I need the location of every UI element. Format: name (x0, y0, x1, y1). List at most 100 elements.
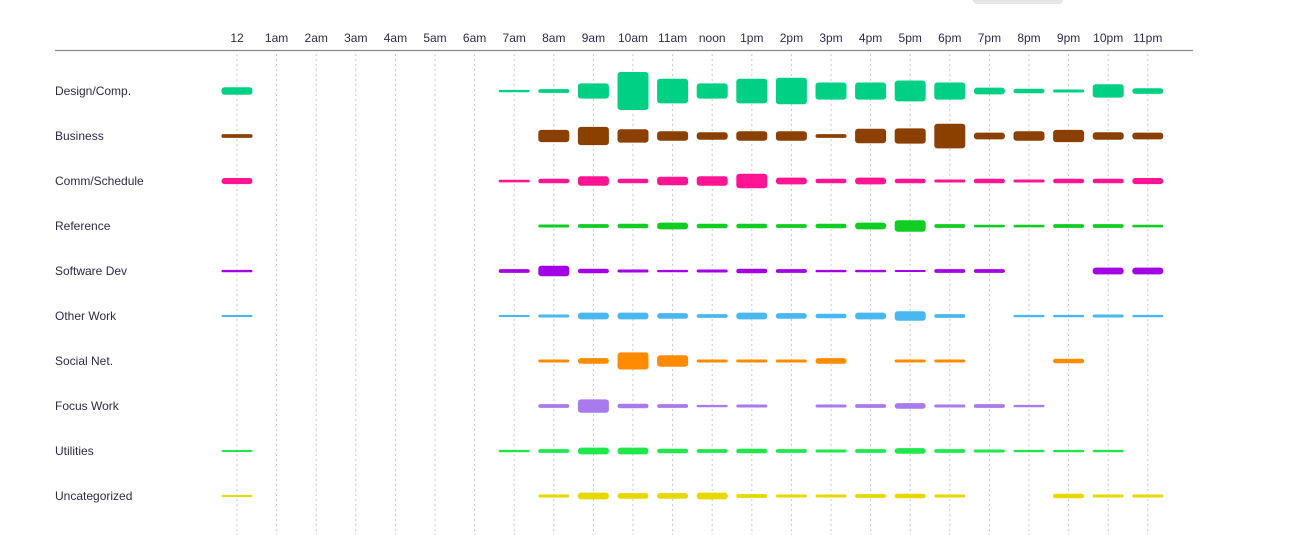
mark-8-20[interactable] (1013, 449, 1045, 453)
mark-3-22[interactable] (1092, 224, 1124, 228)
mark-3-15[interactable] (815, 223, 847, 229)
mark-8-9[interactable] (577, 447, 609, 455)
mark-8-10[interactable] (617, 447, 649, 455)
mark-5-7[interactable] (498, 315, 530, 317)
mark-6-12[interactable] (696, 359, 728, 363)
mark-5-11[interactable] (657, 313, 689, 319)
mark-0-9[interactable] (577, 83, 609, 99)
mark-8-11[interactable] (657, 448, 689, 454)
mark-4-15[interactable] (815, 269, 847, 273)
mark-4-12[interactable] (696, 269, 728, 273)
mark-9-22[interactable] (1092, 494, 1124, 498)
mark-1-16[interactable] (855, 128, 887, 144)
mark-2-17[interactable] (894, 178, 926, 184)
mark-2-16[interactable] (855, 177, 887, 185)
mark-5-22[interactable] (1092, 314, 1124, 318)
mark-3-16[interactable] (855, 222, 887, 230)
mark-9-10[interactable] (617, 493, 649, 499)
mark-7-16[interactable] (855, 404, 887, 408)
mark-6-11[interactable] (657, 355, 689, 367)
mark-5-12[interactable] (696, 314, 728, 318)
mark-9-17[interactable] (894, 493, 926, 499)
mark-8-16[interactable] (855, 449, 887, 453)
mark-2-19[interactable] (973, 178, 1005, 184)
mark-7-11[interactable] (657, 404, 689, 408)
mark-0-22[interactable] (1092, 84, 1124, 98)
mark-4-17[interactable] (894, 270, 926, 272)
mark-5-14[interactable] (775, 313, 807, 319)
mark-1-17[interactable] (894, 128, 926, 144)
mark-6-13[interactable] (736, 359, 768, 363)
mark-6-15[interactable] (815, 358, 847, 364)
mark-8-15[interactable] (815, 449, 847, 453)
mark-7-20[interactable] (1013, 404, 1045, 408)
mark-4-16[interactable] (855, 269, 887, 273)
mark-1-14[interactable] (775, 131, 807, 141)
mark-0-8[interactable] (538, 89, 570, 93)
mark-8-8[interactable] (538, 449, 570, 453)
mark-7-18[interactable] (934, 404, 966, 408)
mark-9-9[interactable] (577, 492, 609, 500)
mark-1-11[interactable] (657, 131, 689, 141)
mark-8-18[interactable] (934, 449, 966, 453)
mark-1-21[interactable] (1053, 129, 1085, 143)
mark-7-13[interactable] (736, 404, 768, 408)
mark-3-11[interactable] (657, 222, 689, 230)
mark-1-8[interactable] (538, 129, 570, 143)
mark-3-21[interactable] (1053, 224, 1085, 228)
mark-3-8[interactable] (538, 224, 570, 228)
mark-0-11[interactable] (657, 78, 689, 104)
mark-4-7[interactable] (498, 269, 530, 273)
mark-8-21[interactable] (1053, 449, 1085, 453)
mark-3-9[interactable] (577, 224, 609, 228)
mark-2-11[interactable] (657, 176, 689, 186)
mark-5-23[interactable] (1132, 314, 1164, 318)
mark-1-18[interactable] (934, 123, 966, 149)
mark-2-10[interactable] (617, 178, 649, 184)
mark-8-0[interactable] (221, 450, 253, 452)
mark-5-20[interactable] (1013, 314, 1045, 318)
mark-2-21[interactable] (1053, 178, 1085, 184)
mark-8-14[interactable] (775, 449, 807, 453)
mark-9-23[interactable] (1132, 494, 1164, 498)
mark-2-12[interactable] (696, 176, 728, 186)
mark-0-15[interactable] (815, 82, 847, 100)
mark-7-15[interactable] (815, 404, 847, 408)
mark-2-20[interactable] (1013, 179, 1045, 183)
mark-6-21[interactable] (1053, 358, 1085, 364)
mark-0-10[interactable] (617, 72, 649, 110)
mark-7-19[interactable] (973, 404, 1005, 408)
mark-0-18[interactable] (934, 82, 966, 100)
mark-2-14[interactable] (775, 177, 807, 185)
mark-0-17[interactable] (894, 80, 926, 102)
mark-6-8[interactable] (538, 359, 570, 363)
mark-4-11[interactable] (657, 269, 689, 273)
mark-7-9[interactable] (577, 399, 609, 413)
mark-5-18[interactable] (934, 314, 966, 318)
mark-8-17[interactable] (894, 448, 926, 454)
mark-1-15[interactable] (815, 134, 847, 138)
mark-7-17[interactable] (894, 403, 926, 409)
mark-5-16[interactable] (855, 312, 887, 320)
mark-9-0[interactable] (221, 495, 253, 497)
mark-4-13[interactable] (736, 268, 768, 274)
mark-5-8[interactable] (538, 314, 570, 318)
mark-5-9[interactable] (577, 312, 609, 320)
mark-3-18[interactable] (934, 224, 966, 228)
mark-4-23[interactable] (1132, 267, 1164, 275)
mark-0-0[interactable] (221, 87, 253, 95)
mark-1-20[interactable] (1013, 131, 1045, 141)
mark-9-16[interactable] (855, 494, 887, 498)
mark-9-11[interactable] (657, 493, 689, 499)
mark-3-17[interactable] (894, 220, 926, 232)
mark-0-19[interactable] (973, 87, 1005, 95)
mark-8-22[interactable] (1092, 449, 1124, 453)
mark-3-19[interactable] (973, 224, 1005, 228)
mark-1-23[interactable] (1132, 132, 1164, 140)
mark-9-13[interactable] (736, 494, 768, 498)
mark-2-8[interactable] (538, 178, 570, 184)
mark-9-21[interactable] (1053, 493, 1085, 499)
mark-1-0[interactable] (221, 134, 253, 138)
mark-5-0[interactable] (221, 315, 253, 317)
mark-9-15[interactable] (815, 494, 847, 498)
